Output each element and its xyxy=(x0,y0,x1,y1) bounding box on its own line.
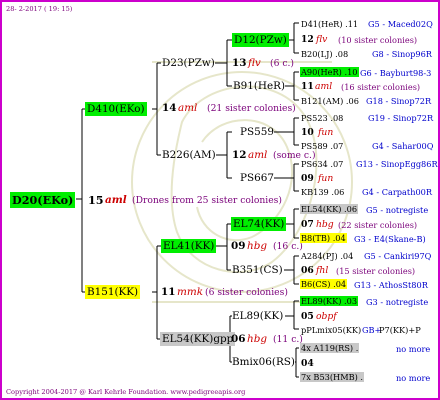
g5-row-note: (10 sister colonies) xyxy=(338,35,418,45)
g4-b91-id[interactable]: B91(HeR) xyxy=(233,80,285,92)
g3-el41-generation: 09 xyxy=(231,240,246,252)
g5-row-gen: 06 xyxy=(301,265,314,276)
g5-ps589-id[interactable]: PS589 .07 xyxy=(301,141,343,151)
g5-row-gen: 12 xyxy=(301,34,314,45)
dam-id[interactable]: D410(EKo) xyxy=(85,102,147,116)
g3-el54gpp-name: hbg xyxy=(247,333,267,345)
g5-b53-origin: no more xyxy=(396,373,431,383)
g5-a284-id[interactable]: A284(PJ) .04 xyxy=(301,251,353,261)
g5-a119-id[interactable]: 4x A119(RS) . xyxy=(300,343,360,353)
dam-name: aml xyxy=(178,102,198,114)
g3-d23-id[interactable]: D23(PZw) xyxy=(162,57,215,69)
g5-pplmix05-id[interactable]: pPLmix05(KK) xyxy=(301,325,361,335)
g5-a90-origin: G6 - Bayburt98-3 xyxy=(360,68,432,78)
g4-el89-id[interactable]: EL89(KK) xyxy=(232,310,283,322)
g5-el54-origin: G5 - notregiste xyxy=(366,205,429,215)
g5-b20-id[interactable]: B20(LJ) .08 xyxy=(301,49,348,59)
g3-b226-name: aml xyxy=(248,149,268,161)
g5-a119-origin: no more xyxy=(396,344,431,354)
g5-d41-origin: G5 - Maced02Q xyxy=(368,19,433,29)
g5-b6-id[interactable]: B6(CS) .04 xyxy=(300,279,348,289)
g3-el54gpp-id[interactable]: EL54(KK)gpp xyxy=(160,332,236,346)
root-generation: 15 xyxy=(88,193,104,207)
g5-row-gen: 07 xyxy=(301,219,314,230)
g5-b6-origin: G13 - AthosSt80R xyxy=(354,280,428,290)
sire-generation: 11 xyxy=(161,286,176,298)
g5-el89-id[interactable]: EL89(KK) .03 xyxy=(300,296,359,306)
g4-bmix06-id[interactable]: Bmix06(RS) xyxy=(232,356,295,368)
g5-row-note: (15 sister colonies) xyxy=(336,266,416,276)
g5-row-gen: 05 xyxy=(301,311,314,322)
root-queen-name: aml xyxy=(105,194,127,206)
g3-el54gpp-note: (11 c.) xyxy=(273,334,303,345)
g5-row-name: fun xyxy=(318,173,334,184)
g5-a284-origin: G5 - Cankiri97Q xyxy=(364,251,432,261)
g5-b8-origin: G3 - E4(Skane-B) xyxy=(354,234,426,244)
g3-el41-note: (16 c.) xyxy=(273,241,303,252)
g5-d41-id[interactable]: D41(HeR) .11 xyxy=(301,19,358,29)
g5-a90-id[interactable]: A90(HeR) .10 xyxy=(300,67,359,77)
g5-row-gen: 10 xyxy=(301,127,314,138)
g5-kb139-id[interactable]: KB139 .06 xyxy=(301,187,344,197)
g5-el54-id[interactable]: EL54(KK) .06 xyxy=(300,204,359,214)
root-queen-id[interactable]: D20(EKo) xyxy=(10,192,76,208)
g3-el41-name: hbg xyxy=(247,240,267,252)
g5-row-note: (22 sister colonies) xyxy=(338,220,418,230)
g5-row-gen: 04 xyxy=(301,358,314,369)
g3-b226-generation: 12 xyxy=(232,149,247,161)
g5-b8-id[interactable]: B8(TB) .04 xyxy=(300,233,347,243)
copyright-footer: Copyright 2004-2017 @ Karl Kehrle Founda… xyxy=(6,388,246,396)
g5-row-name: fun xyxy=(318,127,334,138)
g5-ps634-id[interactable]: PS634 .07 xyxy=(301,159,343,169)
g3-d23-generation: 13 xyxy=(232,57,247,69)
g3-d23-note: (6 c.) xyxy=(270,58,295,69)
sire-name: mmk xyxy=(177,286,204,298)
dam-generation: 14 xyxy=(162,102,177,114)
g5-ps523-id[interactable]: PS523 .08 xyxy=(301,113,343,123)
g5-b121-id[interactable]: B121(AM) .06 xyxy=(301,96,359,106)
g4-d12-id[interactable]: D12(PZw) xyxy=(232,33,289,47)
pedigree-frame: 28- 2-2017 ( 19: 15) D20(EKo) 15 aml (Dr… xyxy=(0,0,440,400)
g3-b226-id[interactable]: B226(AM) xyxy=(162,149,216,161)
g5-row-name: aml xyxy=(315,81,333,92)
g5-row-name: flv xyxy=(316,34,328,45)
dam-note: (21 sister colonies) xyxy=(207,103,296,114)
g5-row-gen: 11 xyxy=(301,81,314,92)
g5-row-name: obpf xyxy=(316,311,337,322)
g4-b351-id[interactable]: B351(CS) xyxy=(232,264,283,276)
g5-row-name: fhl xyxy=(316,265,329,276)
g4-ps559-id[interactable]: PS559 xyxy=(240,126,274,138)
g5-row-note: (16 sister colonies) xyxy=(341,82,421,92)
report-date: 28- 2-2017 ( 19: 15) xyxy=(6,5,73,13)
g5-el89-origin: G3 - notregiste xyxy=(366,297,429,307)
g5-b53-id[interactable]: 7x B53(HMB) . xyxy=(300,372,364,382)
g3-el54gpp-generation: 06 xyxy=(231,333,246,345)
g4-el74-id[interactable]: EL74(KK) xyxy=(231,217,287,231)
g5-b121-origin: G18 - Sinop72R xyxy=(366,96,432,106)
g5-pplmix05-origin: P7(KK)+P xyxy=(379,325,421,335)
g5-kb139-origin: G4 - Carpath00R xyxy=(362,187,433,197)
g5-b20-origin: G8 - Sinop96R xyxy=(372,49,432,59)
g5-ps589-origin: G4 - Sahar00Q xyxy=(372,141,434,151)
g5-row-gen: 09 xyxy=(301,173,314,184)
g5-ps523-origin: G19 - Sinop72R xyxy=(368,113,434,123)
g5-row-name: hbg xyxy=(316,219,334,230)
g4-ps667-id[interactable]: PS667 xyxy=(240,172,274,184)
root-note: (Drones from 25 sister colonies) xyxy=(132,195,282,206)
sire-note: (6 sister colonies) xyxy=(205,287,288,298)
sire-id[interactable]: B151(KK) xyxy=(85,285,141,299)
g5-ps634-origin: G13 - SinopEgg86R xyxy=(356,159,438,169)
g3-d23-name: flv xyxy=(248,57,261,69)
g3-el41-id[interactable]: EL41(KK) xyxy=(161,239,217,253)
